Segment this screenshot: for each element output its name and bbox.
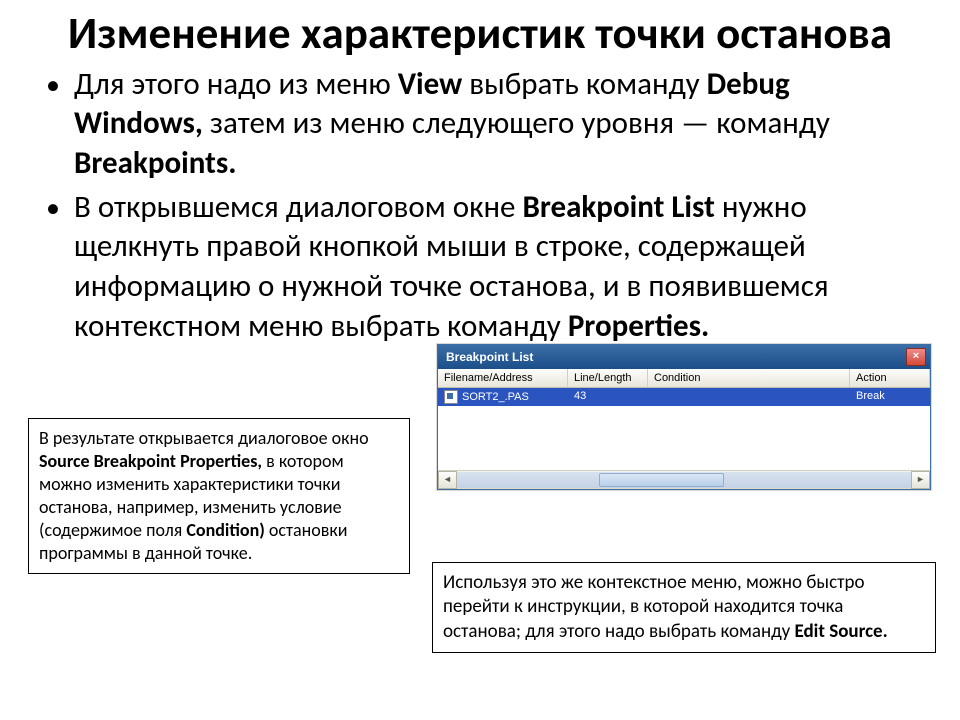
bold-text: Condition): [186, 519, 264, 541]
callout-left: В результате открывается диалоговое окно…: [28, 418, 410, 574]
file-icon: [444, 390, 458, 404]
col-action[interactable]: Action: [850, 369, 930, 387]
table-body[interactable]: SORT2_.PAS 43 Break: [438, 388, 930, 470]
cell-condition: [648, 388, 850, 406]
table-row[interactable]: SORT2_.PAS 43 Break: [438, 388, 930, 406]
scroll-left-button[interactable]: ◄: [438, 471, 457, 489]
horizontal-scrollbar[interactable]: ◄ ►: [438, 470, 930, 489]
bold-text: Breakpoint List: [522, 188, 714, 226]
slide: Изменение характеристик точки останова Д…: [0, 0, 960, 720]
bold-text: Source Breakpoint Properties,: [39, 450, 262, 472]
scroll-thumb[interactable]: [599, 473, 724, 487]
bold-text: View: [398, 65, 463, 103]
bold-text: Breakpoints.: [74, 144, 237, 182]
col-line-length[interactable]: Line/Length: [568, 369, 648, 387]
breakpoint-list-window: Breakpoint List × Filename/Address Line/…: [437, 344, 931, 490]
scroll-right-button[interactable]: ►: [911, 471, 930, 489]
bold-text: Properties.: [568, 307, 709, 345]
column-headers: Filename/Address Line/Length Condition A…: [438, 369, 930, 388]
window-titlebar[interactable]: Breakpoint List ×: [438, 345, 930, 369]
bold-text: Edit Source.: [794, 620, 887, 643]
bullet-list: Для этого надо из меню View выбрать кома…: [40, 65, 920, 347]
text: выбрать команду: [462, 65, 706, 103]
page-title: Изменение характеристик точки останова: [40, 10, 920, 59]
cell-line: 43: [568, 388, 648, 406]
list-item: Для этого надо из меню View выбрать кома…: [70, 65, 920, 184]
col-condition[interactable]: Condition: [648, 369, 850, 387]
col-filename-address[interactable]: Filename/Address: [438, 369, 568, 387]
text: Для этого надо из меню: [74, 65, 398, 103]
cell-filename: SORT2_.PAS: [438, 388, 568, 406]
cell-action: Break: [850, 388, 930, 406]
callout-right: Используя это же контекстное меню, можно…: [432, 562, 936, 653]
list-item: В открывшемся диалоговом окне Breakpoint…: [70, 188, 920, 347]
window-title: Breakpoint List: [446, 350, 533, 364]
text: SORT2_.PAS: [462, 391, 529, 403]
scroll-track[interactable]: [457, 472, 930, 488]
text: В результате открывается диалоговое окно: [39, 427, 369, 449]
text: затем из меню следующего уровня — команд…: [203, 104, 830, 142]
close-icon[interactable]: ×: [906, 348, 926, 366]
text: В открывшемся диалоговом окне: [74, 188, 522, 226]
